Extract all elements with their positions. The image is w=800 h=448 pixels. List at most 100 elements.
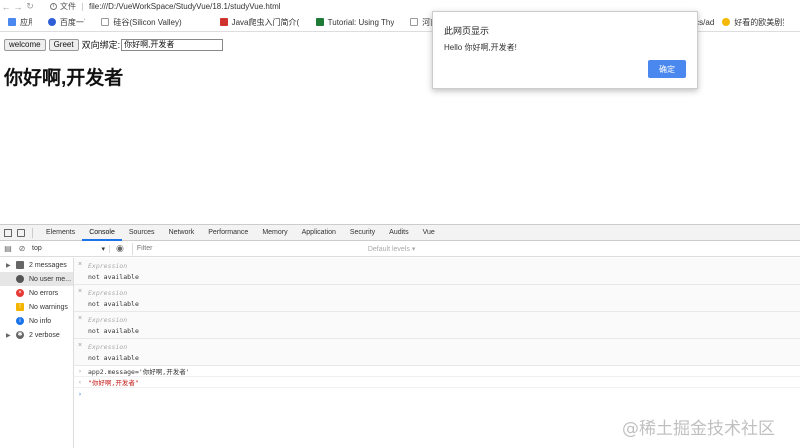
- console-result-line: ‹ "你好啊,开发者": [74, 377, 800, 388]
- welcome-button[interactable]: welcome: [4, 38, 46, 51]
- console-sidebar: ▶ 2 messages No user me... × No errors ! No…: [0, 258, 74, 448]
- sidebar-item-info[interactable]: i No info: [0, 314, 73, 328]
- sidebar-item-user-messages[interactable]: No user me...: [0, 272, 73, 286]
- bookmark-us-drama[interactable]: 好看的欧美剧第1: [722, 17, 784, 28]
- url-field[interactable]: file:///D:/VueWorkSpace/StudyVue/18.1/st…: [89, 2, 281, 11]
- warning-icon: !: [16, 303, 24, 311]
- prompt-chevron-icon: ›: [78, 389, 82, 398]
- bug-icon: ✱: [16, 331, 24, 339]
- device-toggle-icon[interactable]: [17, 228, 25, 237]
- result-arrow-icon: ‹: [78, 378, 82, 386]
- expression-label[interactable]: Expression: [88, 316, 127, 324]
- tab-network[interactable]: Network: [162, 225, 202, 241]
- sidebar-item-label: No warnings: [29, 303, 68, 311]
- tab-sources[interactable]: Sources: [122, 225, 162, 241]
- forward-icon[interactable]: →: [12, 2, 24, 12]
- sidebar-item-label: No info: [29, 317, 52, 325]
- sidebar-item-warnings[interactable]: ! No warnings: [0, 300, 73, 314]
- console-prompt[interactable]: ›: [74, 388, 800, 399]
- sidebar-item-label: 2 verbose: [29, 331, 60, 339]
- bookmark-baidu[interactable]: 百度一下: [47, 17, 85, 28]
- bookmark-label: Java爬虫入门简介(: [231, 17, 300, 27]
- console-result: "你好啊,开发者": [88, 379, 139, 387]
- chevron-down-icon: ▾: [101, 245, 105, 253]
- context-selector[interactable]: top ▾: [32, 244, 110, 253]
- bookmark-silicon-valley[interactable]: 硅谷(Silicon Valley): [101, 17, 203, 28]
- bookmark-thymeleaf[interactable]: Tutorial: Using Thy: [315, 17, 395, 27]
- tab-console[interactable]: Console: [82, 225, 122, 241]
- watermark: @稀土掘金技术社区: [622, 419, 775, 439]
- tab-application[interactable]: Application: [295, 225, 343, 241]
- bookmark-apps[interactable]: 应用: [8, 17, 32, 28]
- alert-dialog: 此网页显示 Hello 你好啊,开发者! 确定: [432, 11, 698, 89]
- alert-message: Hello 你好啊,开发者!: [444, 43, 517, 52]
- tab-vue[interactable]: Vue: [416, 225, 442, 241]
- live-expression: × Expression not available: [74, 312, 800, 339]
- tab-security[interactable]: Security: [343, 225, 382, 241]
- back-icon[interactable]: ←: [0, 2, 12, 12]
- remove-expression-icon[interactable]: ×: [78, 342, 82, 349]
- alert-title: 此网页显示: [444, 26, 490, 36]
- sidebar-item-label: 2 messages: [29, 261, 67, 269]
- baidu-paw-icon: [47, 18, 56, 26]
- context-value: top: [32, 244, 42, 252]
- tab-performance[interactable]: Performance: [201, 225, 255, 241]
- sidebar-item-verbose[interactable]: ▶ ✱ 2 verbose: [0, 328, 73, 342]
- expression-label[interactable]: Expression: [88, 289, 127, 297]
- bookmark-label: 好看的欧美剧第1: [734, 17, 784, 27]
- apps-grid-icon: [8, 18, 16, 26]
- user-icon: [16, 275, 24, 283]
- expand-triangle-icon: ▶: [6, 262, 11, 269]
- devtools-tabs: Elements Console Sources Network Perform…: [0, 225, 800, 241]
- url-scheme-label: 文件: [60, 2, 76, 11]
- expand-triangle-icon: ▶: [6, 332, 11, 339]
- tab-audits[interactable]: Audits: [382, 225, 415, 241]
- sidebar-item-label: No errors: [29, 289, 59, 297]
- error-icon: ×: [16, 289, 24, 297]
- bookmark-java-crawler[interactable]: Java爬虫入门简介(: [219, 17, 300, 28]
- console-toolbar: ▤ ⊘ top ▾ ◉ Default levels ▾: [0, 241, 800, 257]
- remove-expression-icon[interactable]: ×: [78, 315, 82, 322]
- tab-memory[interactable]: Memory: [255, 225, 294, 241]
- tab-separator: [32, 227, 33, 238]
- sidebar-item-errors[interactable]: × No errors: [0, 286, 73, 300]
- message-input[interactable]: [121, 38, 224, 51]
- live-expression: × Expression not available: [74, 285, 800, 312]
- greet-button[interactable]: Greet: [48, 38, 79, 51]
- reload-icon[interactable]: ↻: [24, 1, 36, 12]
- expression-label[interactable]: Expression: [88, 343, 127, 351]
- page-icon: [410, 18, 419, 26]
- page-heading: 你好啊,开发者: [4, 68, 124, 89]
- info-icon[interactable]: i: [50, 3, 57, 10]
- bookmark-label: Tutorial: Using Thy: [327, 17, 395, 27]
- input-chevron-icon: ›: [78, 367, 82, 375]
- clear-console-icon[interactable]: ⊘: [18, 244, 26, 253]
- check-icon: [315, 18, 324, 26]
- default-levels-dropdown[interactable]: Default levels ▾: [368, 245, 415, 253]
- list-icon: [16, 261, 24, 269]
- filter-input[interactable]: [131, 242, 364, 255]
- remove-expression-icon[interactable]: ×: [78, 261, 82, 268]
- controls-row: welcome Greet 双向绑定:: [4, 38, 224, 51]
- bookmark-label: 百度一下: [59, 17, 85, 27]
- csdn-icon: [219, 18, 228, 26]
- bookmark-label: 应用: [20, 17, 32, 27]
- bookmark-label: 硅谷(Silicon Valley): [113, 17, 182, 27]
- eye-icon[interactable]: ◉: [116, 243, 124, 254]
- expression-label[interactable]: Expression: [88, 262, 127, 270]
- binding-label: 双向绑定:: [81, 40, 121, 50]
- inspect-icon[interactable]: [4, 228, 12, 237]
- alert-ok-button[interactable]: 确定: [648, 60, 686, 78]
- remove-expression-icon[interactable]: ×: [78, 288, 82, 295]
- live-expression: × Expression not available: [74, 258, 800, 285]
- expression-value: not available: [88, 354, 139, 362]
- sidebar-item-label: No user me...: [29, 275, 72, 283]
- sidebar-toggle-icon[interactable]: ▤: [4, 244, 12, 253]
- url-separator: [82, 2, 83, 11]
- sidebar-item-messages[interactable]: ▶ 2 messages: [0, 258, 73, 272]
- tab-elements[interactable]: Elements: [39, 225, 82, 241]
- sun-icon: [722, 18, 731, 26]
- console-input-line: › app2.message='你好啊,开发者': [74, 366, 800, 377]
- page-icon: [101, 18, 110, 26]
- console-command: app2.message='你好啊,开发者': [88, 368, 190, 376]
